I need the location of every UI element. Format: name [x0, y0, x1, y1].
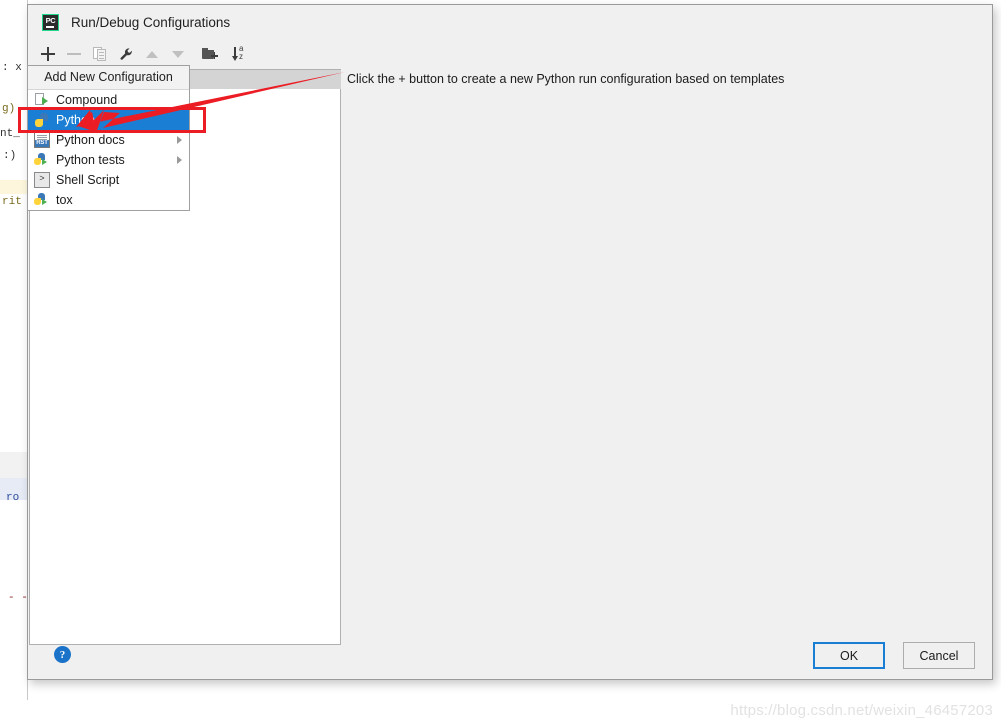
sort-letter-z: z: [239, 52, 243, 61]
menu-item-tox[interactable]: tox: [28, 190, 189, 210]
screenshot-root: : x g) nt_ :) rit ro - - PC Run/Debug Co…: [0, 0, 1001, 722]
annotation-highlight-rectangle: [18, 107, 206, 133]
menu-item-label: tox: [56, 193, 73, 207]
pycharm-logo-bar: [45, 25, 54, 28]
watermark-text: https://blog.csdn.net/weixin_46457203: [730, 702, 993, 719]
add-configuration-button[interactable]: [36, 42, 60, 66]
ide-code-line: nt_: [0, 128, 20, 140]
move-up-button[interactable]: [140, 42, 164, 66]
plus-icon: [41, 47, 55, 61]
ide-code-line: g): [2, 103, 16, 115]
sort-configurations-button[interactable]: a z: [228, 42, 252, 66]
tox-icon: [34, 192, 50, 208]
rst-label: RST: [35, 140, 49, 147]
ide-editor-strip: : x g) nt_ :) rit ro - -: [0, 0, 28, 700]
pycharm-logo-text: PC: [45, 16, 56, 26]
pycharm-logo-icon: PC: [42, 13, 59, 31]
ide-code-line: ro: [6, 492, 20, 504]
ide-code-line: :): [3, 150, 17, 162]
menu-item-shell-script[interactable]: > Shell Script: [28, 170, 189, 190]
menu-item-label: Python docs: [56, 133, 125, 147]
compound-icon: [34, 92, 50, 108]
add-new-configuration-menu[interactable]: Add New Configuration Compound Python RS…: [27, 65, 190, 211]
folder-add-icon: [202, 47, 218, 61]
arrow-down-icon: [172, 50, 184, 58]
menu-item-label: Python tests: [56, 153, 125, 167]
help-icon[interactable]: ?: [54, 646, 71, 663]
annotation-text: Click the + button to create a new Pytho…: [347, 72, 785, 86]
chevron-right-icon: [177, 156, 182, 164]
rst-docs-icon: RST: [34, 132, 50, 148]
sort-az-icon: a z: [231, 45, 248, 62]
chevron-right-icon: [177, 136, 182, 144]
cancel-button[interactable]: Cancel: [903, 642, 975, 669]
copy-configuration-button[interactable]: [88, 42, 112, 66]
ide-code-line: - -: [8, 592, 28, 604]
shell-glyph: >: [39, 174, 45, 184]
menu-title: Add New Configuration: [28, 66, 189, 90]
ide-highlight-band: [0, 180, 27, 194]
shell-script-icon: >: [34, 172, 50, 188]
ide-panel-band: [0, 452, 27, 478]
menu-item-label: Compound: [56, 93, 118, 107]
menu-item-python-docs[interactable]: RST Python docs: [28, 130, 189, 150]
minus-icon: [67, 47, 81, 61]
wrench-icon: [119, 47, 132, 60]
create-folder-button[interactable]: [198, 42, 222, 66]
menu-item-python-tests[interactable]: Python tests: [28, 150, 189, 170]
menu-item-label: Shell Script: [56, 173, 120, 187]
arrow-up-icon: [146, 50, 158, 58]
edit-templates-button[interactable]: [114, 42, 138, 66]
move-down-button[interactable]: [166, 42, 190, 66]
remove-configuration-button[interactable]: [62, 42, 86, 66]
ok-button[interactable]: OK: [813, 642, 885, 669]
copy-icon: [93, 46, 107, 62]
dialog-title: Run/Debug Configurations: [71, 14, 231, 30]
python-tests-icon: [34, 152, 50, 168]
ide-code-line: : x: [2, 62, 22, 74]
ide-code-line: rit: [2, 196, 22, 208]
dialog-titlebar: PC Run/Debug Configurations: [28, 5, 992, 39]
